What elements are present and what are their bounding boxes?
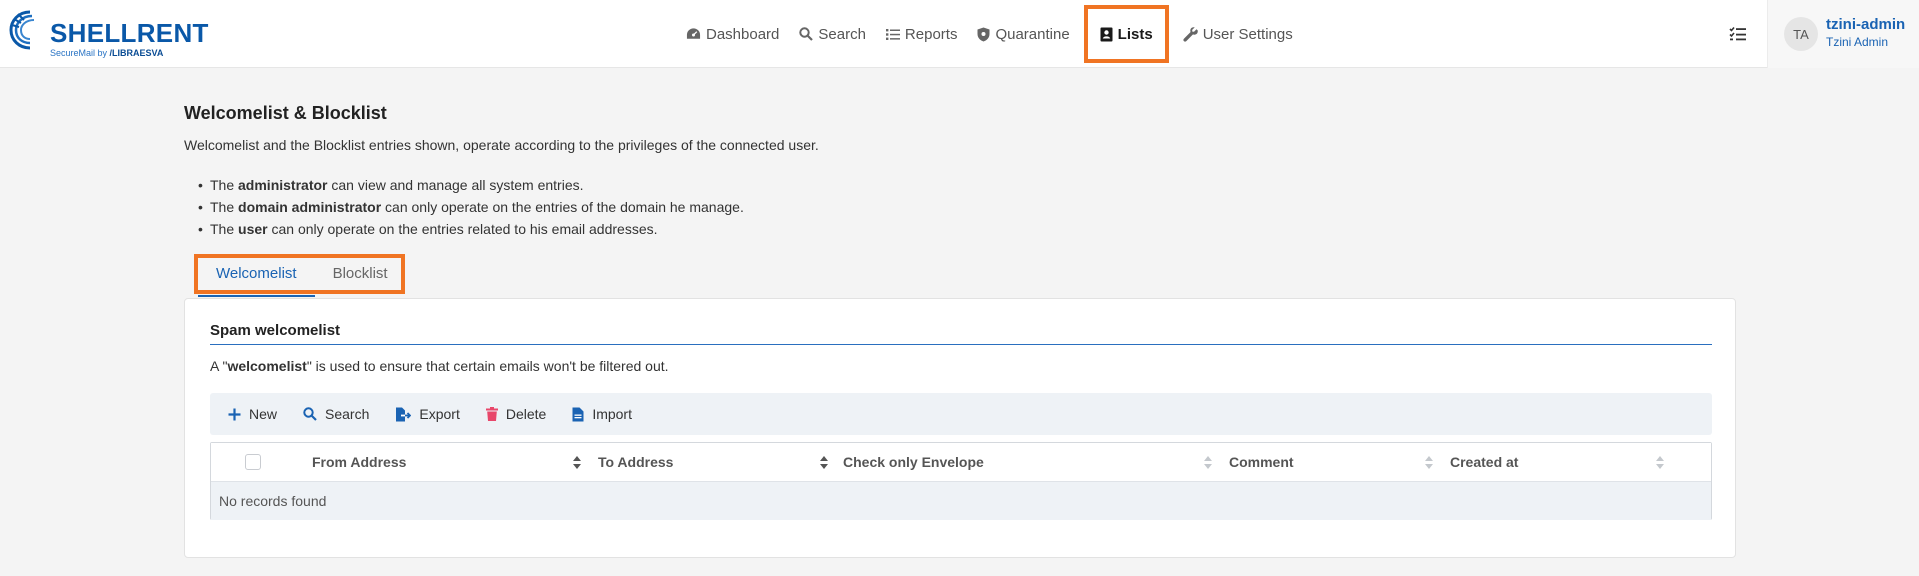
empty-message: No records found — [219, 493, 327, 509]
nav-label: User Settings — [1202, 25, 1293, 43]
nav-item-dashboard[interactable]: Dashboard — [676, 14, 789, 54]
nav-item-user-settings[interactable]: User Settings — [1173, 14, 1303, 54]
search-icon — [303, 407, 317, 421]
import-button[interactable]: Import — [572, 406, 632, 422]
sort-icon[interactable] — [819, 455, 829, 470]
file-import-icon — [572, 407, 584, 421]
nav-label: Lists — [1117, 25, 1153, 43]
plus-icon — [228, 408, 241, 420]
table-header: From Address To Address Check only Envel… — [211, 443, 1711, 482]
column-comment[interactable]: Comment — [1229, 443, 1294, 482]
sort-icon[interactable] — [1203, 455, 1213, 470]
column-created-at[interactable]: Created at — [1450, 443, 1518, 482]
nav-label: Dashboard — [706, 25, 780, 43]
table-row: No records found — [211, 482, 1711, 520]
nav-label: Reports — [904, 25, 958, 43]
nav-label: Quarantine — [995, 25, 1070, 43]
contact-book-icon — [1100, 27, 1113, 41]
dashboard-icon — [686, 28, 701, 39]
delete-button[interactable]: Delete — [485, 406, 546, 422]
nav-item-lists[interactable]: Lists — [1083, 5, 1169, 63]
shellrent-logo[interactable]: SHELLRENT SecureMail by /LIBRAESVA — [8, 8, 208, 60]
card-description: A "welcomelist" is used to ensure that c… — [210, 358, 669, 374]
brand-name: SHELLRENT — [50, 18, 209, 48]
swirl-logo-icon — [9, 10, 35, 50]
list-tabs: Welcomelist Blocklist — [194, 254, 406, 297]
nav-item-reports[interactable]: Reports — [876, 14, 968, 54]
rule-item: The domain administrator can only operat… — [198, 196, 744, 218]
list-icon — [885, 28, 900, 40]
user-menu[interactable]: TA tzini-admin Tzini Admin — [1767, 0, 1919, 68]
welcomelist-card: Spam welcomelist A "welcomelist" is used… — [184, 298, 1736, 558]
nav-item-search[interactable]: Search — [789, 14, 876, 54]
title-divider — [210, 344, 1712, 345]
avatar: TA — [1784, 17, 1818, 51]
user-name: tzini-admin — [1826, 16, 1906, 33]
column-from-address[interactable]: From Address — [312, 443, 406, 482]
wrench-icon — [1183, 26, 1198, 42]
sort-icon[interactable] — [1424, 455, 1434, 470]
page-title: Welcomelist & Blocklist — [184, 103, 387, 123]
rule-item: The user can only operate on the entries… — [198, 218, 744, 240]
tab-welcomelist[interactable]: Welcomelist — [198, 258, 315, 297]
column-to-address[interactable]: To Address — [598, 443, 673, 482]
top-header: SHELLRENT SecureMail by /LIBRAESVA Dashb… — [0, 0, 1919, 68]
trash-icon — [485, 407, 498, 421]
brand-tagline: SecureMail by /LIBRAESVA — [50, 48, 164, 58]
column-check-only-envelope[interactable]: Check only Envelope — [843, 443, 984, 482]
rule-item: The administrator can view and manage al… — [198, 174, 744, 196]
search-button[interactable]: Search — [303, 406, 369, 422]
user-role: Tzini Admin — [1826, 35, 1889, 49]
tab-blocklist[interactable]: Blocklist — [315, 258, 406, 290]
select-all-checkbox[interactable] — [245, 454, 261, 470]
shield-icon — [977, 27, 990, 41]
welcomelist-table: From Address To Address Check only Envel… — [210, 442, 1712, 520]
nav-label: Search — [818, 25, 866, 43]
main-nav: Dashboard Search Reports Quarantine List… — [676, 0, 1303, 68]
sort-icon[interactable] — [572, 455, 582, 470]
search-icon — [799, 27, 814, 41]
toolbar: New Search Export Delete Import — [210, 393, 1712, 435]
task-list-icon[interactable] — [1728, 24, 1748, 44]
sort-icon[interactable] — [1655, 455, 1665, 470]
new-button[interactable]: New — [228, 406, 277, 422]
page-intro: Welcomelist and the Blocklist entries sh… — [184, 137, 819, 153]
file-export-icon — [396, 407, 412, 421]
nav-item-quarantine[interactable]: Quarantine — [967, 14, 1079, 54]
privilege-rules: The administrator can view and manage al… — [198, 174, 744, 240]
export-button[interactable]: Export — [395, 406, 460, 422]
card-title: Spam welcomelist — [210, 322, 341, 339]
